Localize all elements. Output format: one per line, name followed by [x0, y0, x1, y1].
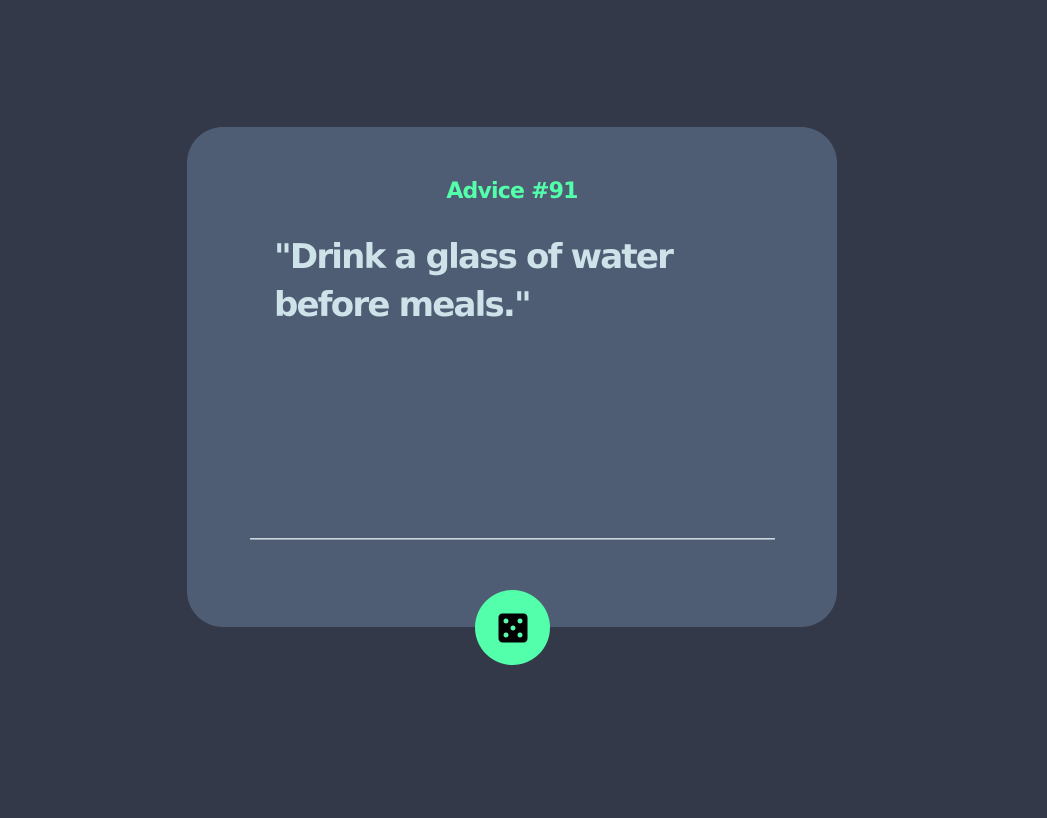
dice-icon	[498, 613, 527, 642]
advice-id: Advice #91	[446, 179, 578, 204]
advice-card: Advice #91 "Drink a glass of water befor…	[187, 127, 837, 627]
pattern-divider	[250, 538, 775, 540]
advice-quote: "Drink a glass of water before meals."	[274, 237, 674, 325]
new-advice-button[interactable]	[475, 590, 550, 665]
